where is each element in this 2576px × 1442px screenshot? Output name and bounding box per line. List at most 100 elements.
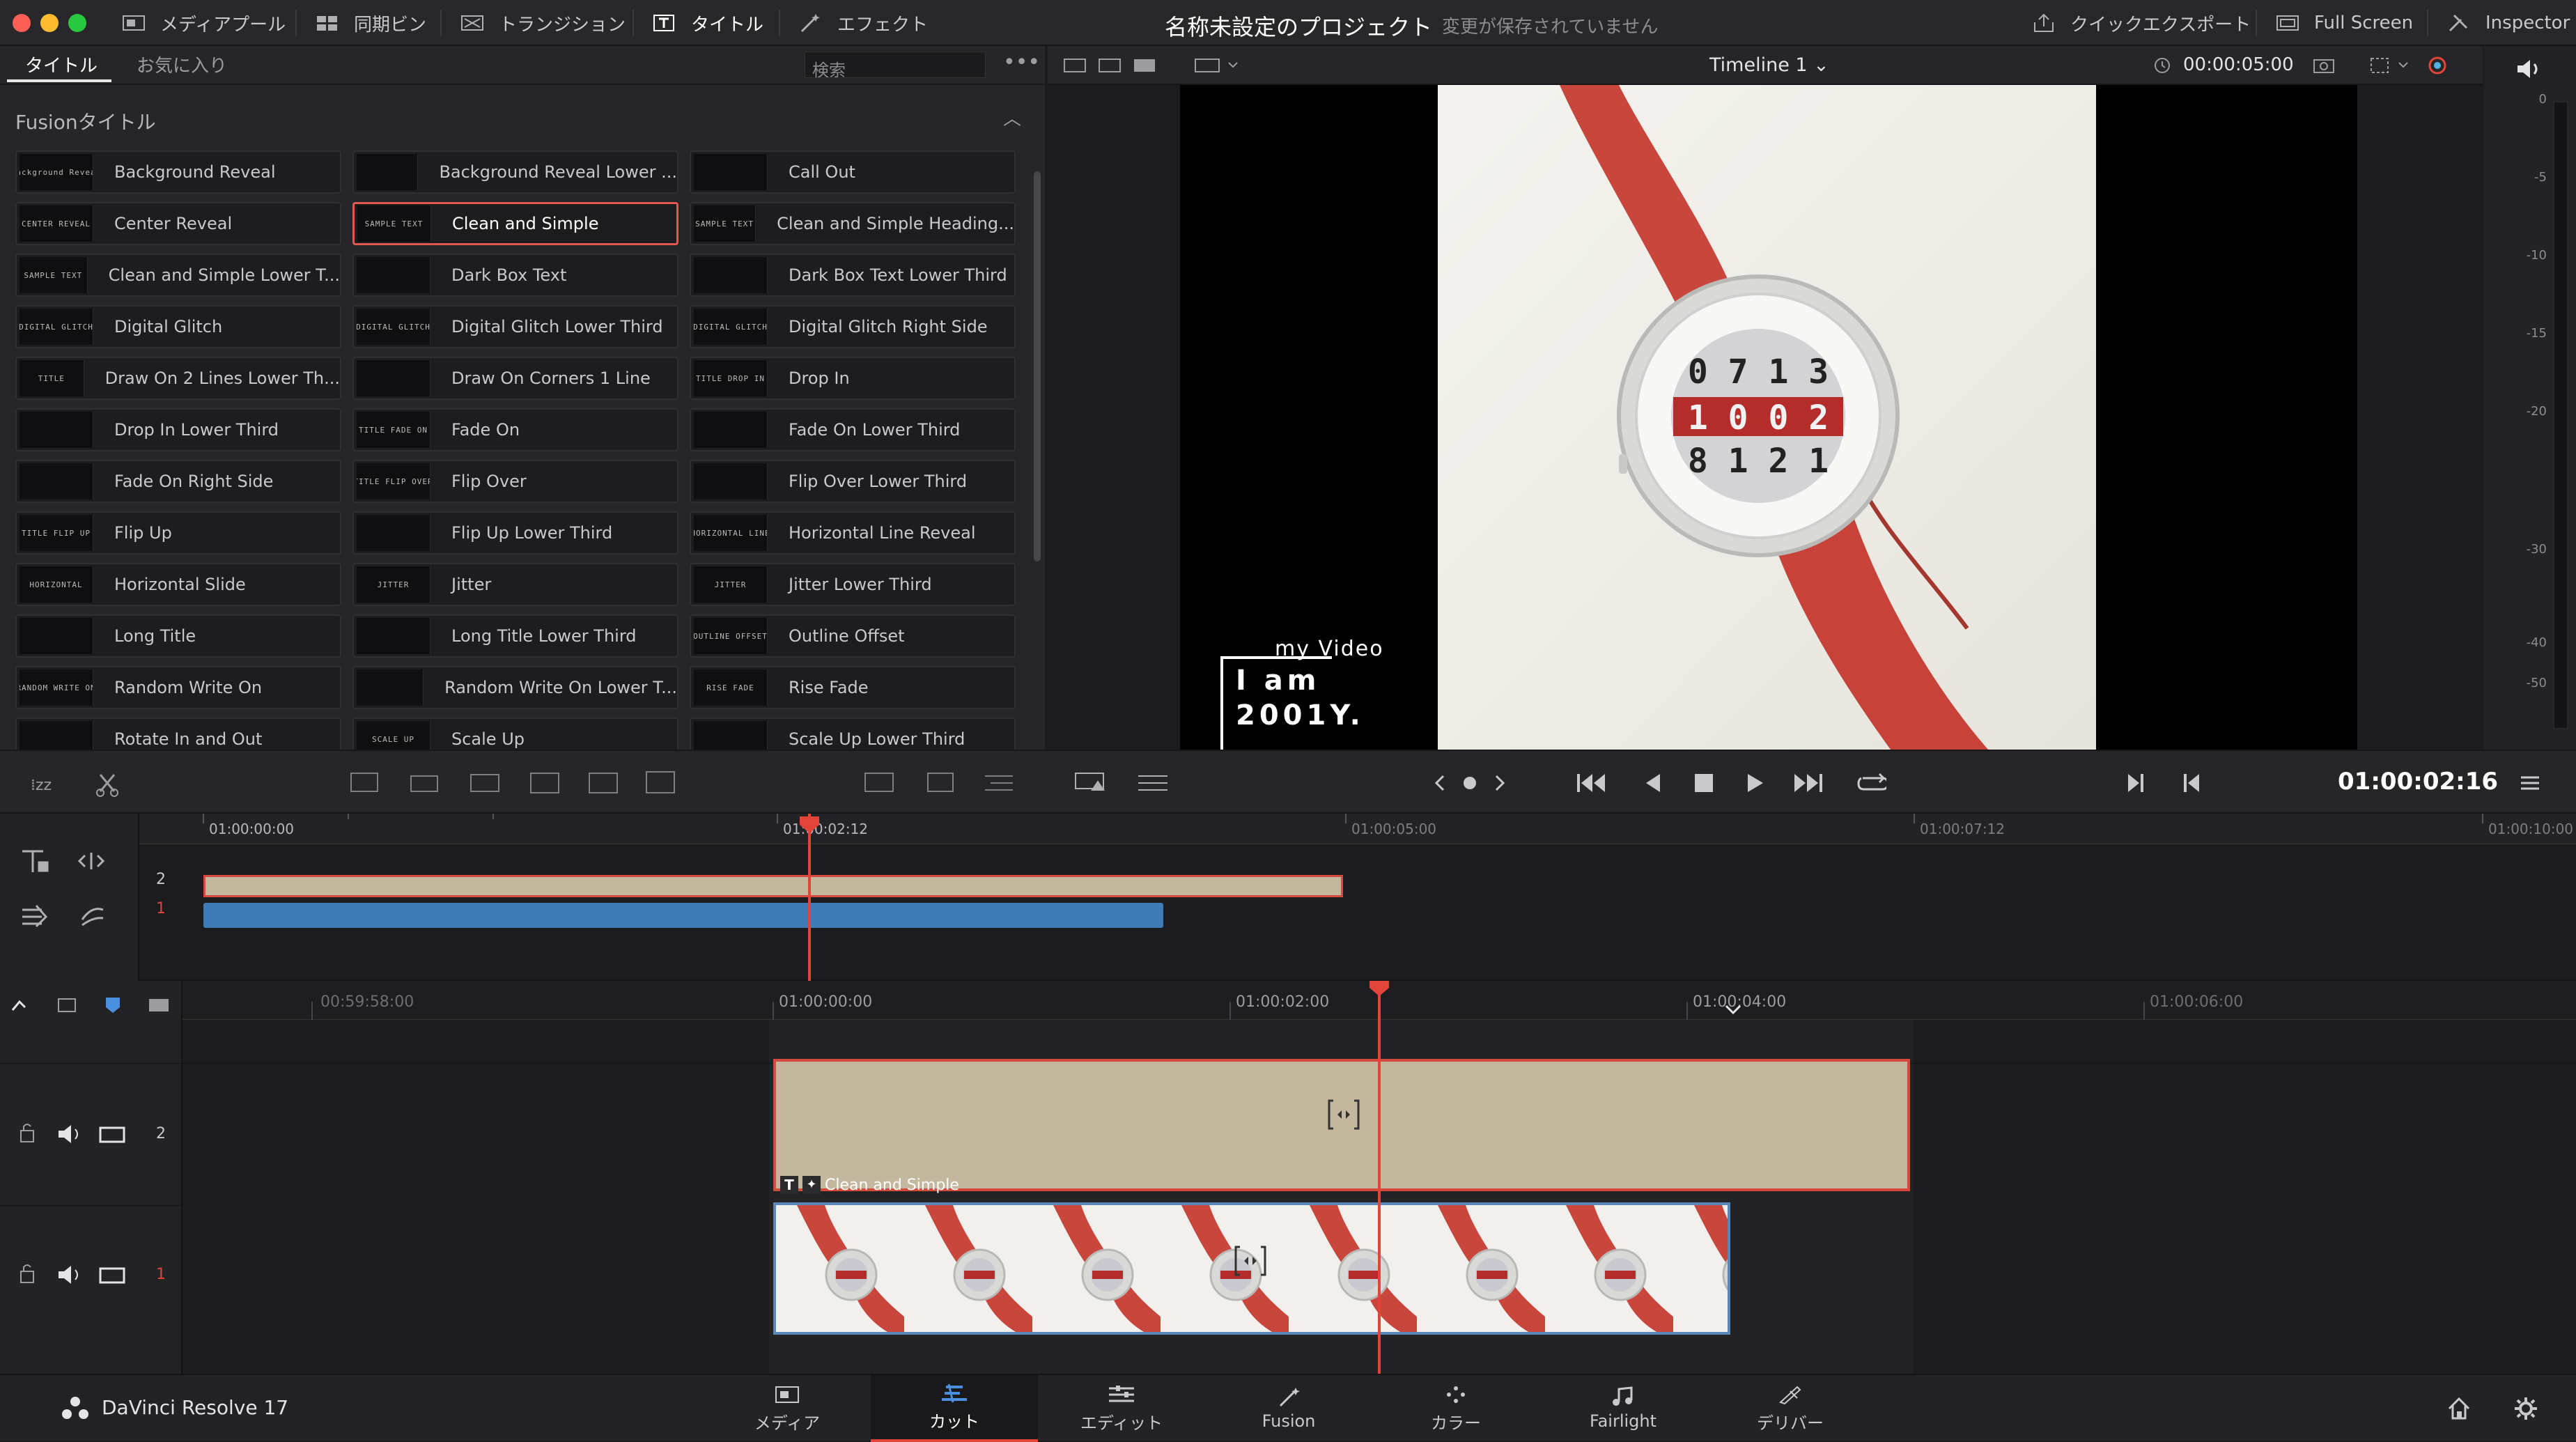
nav-cut-page[interactable]: カット bbox=[871, 1375, 1038, 1442]
title-tile[interactable]: CENTER REVEAL Center Reveal bbox=[15, 202, 341, 245]
title-tile[interactable]: Flip Up Lower Third bbox=[352, 511, 678, 555]
title-tile[interactable]: Call Out bbox=[690, 150, 1016, 194]
play-icon[interactable] bbox=[1740, 768, 1771, 798]
title-tile[interactable]: Long Title bbox=[15, 614, 341, 658]
title-tile[interactable]: Dark Box Text bbox=[352, 254, 678, 297]
title-thumbnail bbox=[357, 154, 419, 190]
transitions-button[interactable]: トランジション bbox=[449, 6, 635, 40]
menu-icon[interactable] bbox=[2515, 768, 2545, 798]
sync-bin-button[interactable]: 同期ビン bbox=[304, 6, 436, 40]
search-input[interactable]: 検索 bbox=[805, 52, 986, 80]
title-tile[interactable]: SCALE UP Scale Up bbox=[352, 718, 678, 750]
timeline-selector[interactable]: Timeline 1 ⌄ bbox=[1709, 54, 1829, 76]
minimize-window-button[interactable] bbox=[40, 14, 59, 32]
title-tile[interactable]: SAMPLE TEXT Clean and Simple Lower T... bbox=[15, 254, 341, 297]
media-pool-button[interactable]: メディアプール bbox=[110, 6, 295, 40]
collapse-chevron-icon[interactable]: ︿ bbox=[1003, 104, 1021, 130]
viewer-layout-icons[interactable] bbox=[1063, 56, 1161, 75]
upper-playhead-handle[interactable] bbox=[800, 816, 819, 833]
title-tile[interactable]: Background Reveal Background Reveal bbox=[15, 150, 341, 194]
tab-titles[interactable]: タイトル bbox=[25, 52, 98, 77]
full-screen-button[interactable]: Full Screen bbox=[2264, 6, 2423, 40]
scrollbar[interactable] bbox=[1034, 171, 1041, 561]
title-tile[interactable]: JITTER Jitter Lower Third bbox=[690, 563, 1016, 606]
upper-video-clip[interactable] bbox=[203, 903, 1163, 928]
edit-mode-icons[interactable] bbox=[348, 766, 683, 800]
track-1-controls[interactable] bbox=[18, 1263, 130, 1287]
title-tile[interactable]: JITTER Jitter bbox=[352, 563, 678, 606]
title-tile[interactable]: HORIZONTAL LINE Horizontal Line Reveal bbox=[690, 511, 1016, 555]
quick-export-button[interactable]: クイックエクスポート bbox=[2020, 6, 2260, 40]
home-icon[interactable] bbox=[2446, 1396, 2472, 1421]
upper-timeline-tools: 2 1 bbox=[0, 814, 166, 981]
title-tile[interactable]: Fade On Right Side bbox=[15, 460, 341, 503]
title-tile[interactable]: RANDOM WRITE ON Random Write On bbox=[15, 666, 341, 709]
title-tile[interactable]: Flip Over Lower Third bbox=[690, 460, 1016, 503]
title-tile[interactable]: Background Reveal Lower ... bbox=[352, 150, 678, 194]
viewer-toolbar: Timeline 1 ⌄ 00:00:05:00 bbox=[1048, 46, 2483, 85]
cut-page-icon bbox=[939, 1383, 970, 1404]
title-tile[interactable]: RISE FADE Rise Fade bbox=[690, 666, 1016, 709]
title-tile[interactable]: Fade On Lower Third bbox=[690, 408, 1016, 451]
track-tool-icons[interactable] bbox=[10, 995, 177, 1016]
go-to-start-icon[interactable] bbox=[1576, 768, 1606, 798]
prev-edit-icon[interactable] bbox=[2120, 768, 2151, 798]
upper-playhead[interactable] bbox=[808, 814, 811, 981]
title-tile[interactable]: DIGITAL GLITCH Digital Glitch Right Side bbox=[690, 305, 1016, 348]
insert-mode-icons[interactable] bbox=[862, 766, 1037, 800]
title-tile[interactable]: Rotate In and Out bbox=[15, 718, 341, 750]
title-tile[interactable]: SAMPLE TEXT Clean and Simple Heading... bbox=[690, 202, 1016, 245]
track-2-controls[interactable] bbox=[18, 1122, 130, 1146]
clip-tools-icons[interactable] bbox=[1073, 766, 1170, 800]
title-thumbnail bbox=[694, 412, 768, 448]
aspect-dropdown-icon[interactable] bbox=[1194, 56, 1243, 75]
title-tile[interactable]: TITLE FADE ON Fade On bbox=[352, 408, 678, 451]
title-tile[interactable]: HORIZONTAL Horizontal Slide bbox=[15, 563, 341, 606]
title-tile[interactable]: Random Write On Lower T... bbox=[352, 666, 678, 709]
jog-control-icon[interactable] bbox=[1431, 768, 1514, 798]
titles-button[interactable]: タイトル bbox=[641, 6, 773, 40]
timeline-tool-icons[interactable] bbox=[15, 842, 127, 953]
nav-media-page[interactable]: メディア bbox=[704, 1375, 871, 1442]
go-to-end-icon[interactable] bbox=[1793, 768, 1824, 798]
upper-timeline-ruler[interactable]: 01:00:00:00 01:00:02:12 01:00:05:00 01:0… bbox=[139, 814, 2576, 844]
title-tile[interactable]: SAMPLE TEXT Clean and Simple bbox=[352, 202, 678, 245]
title-tile[interactable]: TITLE DROP IN Drop In bbox=[690, 357, 1016, 400]
play-reverse-icon[interactable] bbox=[1637, 768, 1668, 798]
nav-fairlight-page[interactable]: Fairlight bbox=[1539, 1375, 1707, 1442]
nav-edit-page[interactable]: エディット bbox=[1038, 1375, 1205, 1442]
toolbar-left-icons[interactable]: ⁞zz bbox=[28, 766, 125, 800]
settings-gear-icon[interactable] bbox=[2513, 1396, 2538, 1421]
title-tile[interactable]: Scale Up Lower Third bbox=[690, 718, 1016, 750]
title-tile[interactable]: TITLE FLIP OVER Flip Over bbox=[352, 460, 678, 503]
nav-deliver-page[interactable]: デリバー bbox=[1707, 1375, 1874, 1442]
title-tile[interactable]: Long Title Lower Third bbox=[352, 614, 678, 658]
title-tile[interactable]: Draw On Corners 1 Line bbox=[352, 357, 678, 400]
viewer-tools-icons[interactable] bbox=[2309, 54, 2476, 77]
title-tile[interactable]: OUTLINE OFFSET Outline Offset bbox=[690, 614, 1016, 658]
lower-playhead[interactable] bbox=[1378, 981, 1381, 1374]
stop-icon[interactable] bbox=[1689, 768, 1719, 798]
title-tile[interactable]: TITLE FLIP UP Flip Up bbox=[15, 511, 341, 555]
zoom-window-button[interactable] bbox=[68, 14, 86, 32]
title-tile[interactable]: Drop In Lower Third bbox=[15, 408, 341, 451]
nav-color-page[interactable]: カラー bbox=[1372, 1375, 1539, 1442]
inspector-button[interactable]: Inspector bbox=[2435, 6, 2576, 40]
title-tile[interactable]: DIGITAL GLITCH Digital Glitch Lower Third bbox=[352, 305, 678, 348]
tab-favorites[interactable]: お気に入り bbox=[137, 52, 227, 77]
title-tile[interactable]: Dark Box Text Lower Third bbox=[690, 254, 1016, 297]
more-options-icon[interactable]: ••• bbox=[1003, 50, 1040, 75]
title-clip-name: Clean and Simple bbox=[825, 1176, 959, 1194]
next-edit-icon[interactable] bbox=[2176, 768, 2207, 798]
title-clip[interactable]: T ✦ Clean and Simple bbox=[773, 1059, 1910, 1194]
video-preview[interactable]: 0 7 1 3 1 0 0 2 8 1 2 1 my Video I am 20… bbox=[1180, 85, 2357, 752]
close-window-button[interactable] bbox=[13, 14, 31, 32]
loop-icon[interactable] bbox=[1856, 768, 1886, 798]
speaker-icon[interactable] bbox=[2515, 57, 2545, 81]
nav-fusion-page[interactable]: Fusion bbox=[1205, 1375, 1372, 1442]
lower-playhead-handle[interactable] bbox=[1370, 981, 1389, 996]
title-tile[interactable]: DIGITAL GLITCH Digital Glitch bbox=[15, 305, 341, 348]
title-tile[interactable]: TITLE Draw On 2 Lines Lower Th... bbox=[15, 357, 341, 400]
effects-button[interactable]: エフェクト bbox=[787, 6, 938, 40]
upper-title-clip[interactable] bbox=[203, 875, 1343, 897]
